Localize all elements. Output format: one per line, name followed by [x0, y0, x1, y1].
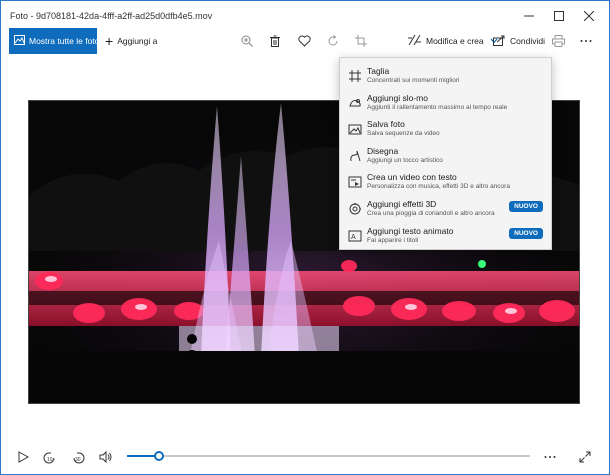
menu-item-title: Aggiungi testo animato	[367, 225, 454, 236]
menu-item[interactable]: A Aggiungi testo animato Fai apparire i ti…	[340, 222, 551, 248]
menu-item-subtitle: Concentrati sui momenti migliori	[367, 77, 460, 84]
video-text-icon	[348, 175, 362, 189]
menu-item-title: Disegna	[367, 145, 399, 156]
svg-text:30: 30	[75, 457, 81, 463]
edit-create-label: Modifica e crea	[426, 36, 484, 46]
add-to-button[interactable]: + Aggiungi a	[105, 28, 157, 54]
favorite-icon[interactable]	[296, 33, 312, 49]
svg-text:A: A	[351, 234, 356, 241]
print-icon[interactable]	[550, 33, 566, 49]
menu-item[interactable]: Taglia Concentrati sui momenti migliori	[340, 62, 551, 88]
all-photos-label: Mostra tutte le foto	[29, 36, 100, 46]
menu-item-subtitle: Personalizza con musica, effetti 3D e al…	[367, 183, 510, 191]
play-icon[interactable]	[15, 449, 31, 465]
slomo-icon	[348, 96, 362, 110]
trim-icon	[348, 69, 362, 83]
save-photo-icon	[348, 122, 362, 136]
svg-text:10: 10	[47, 457, 53, 463]
forward-30-icon[interactable]: 30	[70, 449, 86, 465]
window-title: Foto - 9d708181-42da-4fff-a2ff-ad25d0dfb…	[10, 11, 213, 21]
menu-item-subtitle: Fai apparire i titoli	[367, 236, 419, 244]
menu-item-subtitle: Salva sequenze da video	[367, 130, 440, 138]
progress-thumb[interactable]	[154, 451, 165, 461]
share-icon	[493, 35, 505, 48]
zoom-icon[interactable]	[239, 33, 255, 49]
draw-icon	[348, 149, 362, 163]
menu-item-title: Salva foto	[367, 119, 405, 130]
volume-icon[interactable]	[98, 449, 114, 465]
menu-item-title: Aggiungi slo-mo	[367, 92, 428, 103]
menu-item-title: Taglia	[367, 66, 390, 76]
player-controls: 10 30	[1, 440, 609, 474]
menu-item-subtitle: Aggiunti il rallentamento massimo al tem…	[367, 103, 508, 111]
menu-item[interactable]: Aggiungi slo-mo Aggiunti il rallentamento…	[340, 89, 551, 115]
edit-create-menu: Taglia Concentrati sui momenti migliori Ag…	[339, 57, 552, 250]
plus-icon: +	[105, 33, 114, 49]
menu-item[interactable]: Disegna Aggiungi un tocco artistico	[340, 142, 551, 168]
share-button[interactable]: Condividi	[493, 28, 545, 54]
close-icon	[583, 8, 594, 26]
animated-text-icon: A	[348, 229, 362, 243]
menu-item-subtitle: Crea una pioggia di coriandoli e altro a…	[367, 210, 495, 217]
menu-item-title: Aggiungi effetti 3D	[367, 199, 437, 209]
new-badge: NUOVO	[509, 227, 543, 239]
toolbar: Mostra tutte le foto + Aggiungi a Modifi…	[1, 28, 609, 54]
more-icon[interactable]	[578, 33, 594, 49]
menu-item[interactable]: Crea un video con testo Personalizza con …	[340, 168, 551, 194]
delete-icon[interactable]	[267, 33, 283, 49]
photos-window: Foto - 9d708181-42da-4fff-a2ff-ad25d0dfb…	[0, 0, 610, 475]
effects-3d-icon	[348, 202, 362, 216]
progress-bar[interactable]	[127, 451, 530, 461]
minimize-icon	[523, 8, 534, 26]
menu-item-subtitle: Aggiungi un tocco artistico	[367, 156, 443, 164]
rewind-10-icon[interactable]: 10	[42, 449, 58, 465]
photos-icon	[14, 35, 25, 47]
menu-item[interactable]: Salva foto Salva sequenze da video	[340, 115, 551, 141]
all-photos-button[interactable]: Mostra tutte le foto	[9, 28, 100, 54]
fullscreen-icon[interactable]	[577, 449, 593, 465]
new-badge: NUOVO	[509, 201, 543, 212]
edit-create-icon	[408, 34, 421, 48]
share-label: Condividi	[510, 36, 545, 46]
more-icon[interactable]	[542, 449, 558, 465]
crop-icon[interactable]	[353, 33, 369, 49]
menu-item[interactable]: Aggiungi effetti 3D Crea una pioggia di c…	[340, 195, 551, 221]
maximize-icon	[553, 8, 564, 26]
add-to-label: Aggiungi a	[117, 36, 158, 46]
edit-create-button[interactable]: Modifica e crea	[408, 28, 498, 54]
rotate-icon[interactable]	[325, 33, 341, 49]
menu-item-title: Crea un video con testo	[367, 172, 457, 183]
